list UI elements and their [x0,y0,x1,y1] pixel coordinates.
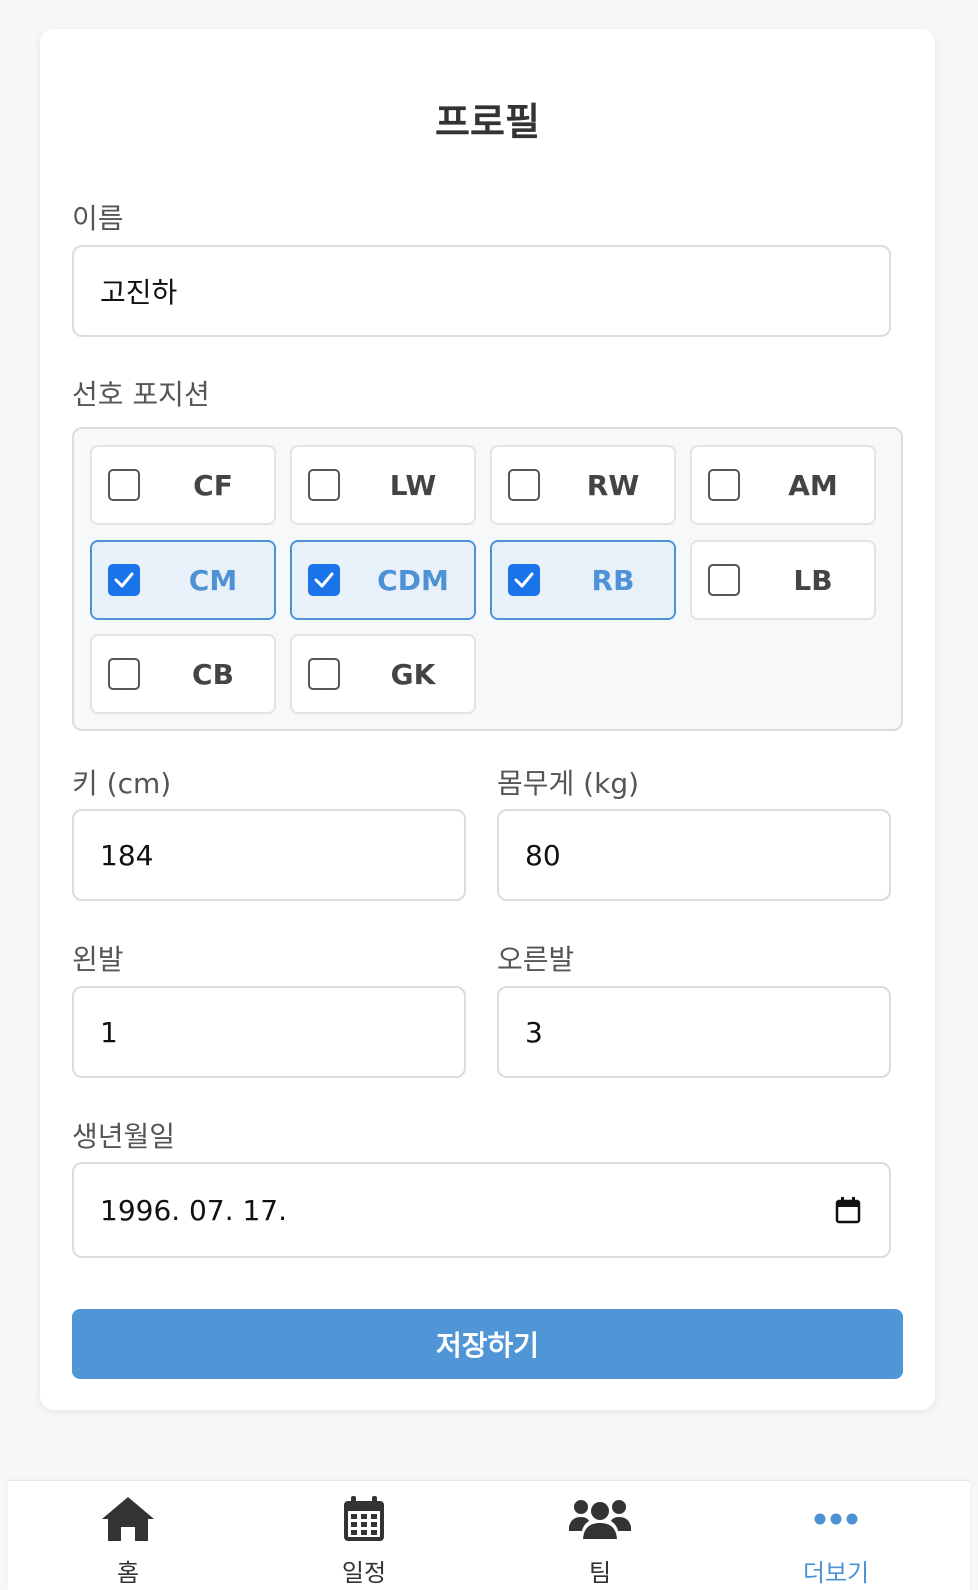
position-label: CB [192,657,234,691]
check-icon [114,572,134,588]
calendar-picker-icon[interactable] [835,1196,861,1224]
birthdate-input[interactable]: 1996. 07. 17. [72,1162,891,1258]
nav-item-schedule[interactable]: 일정 [244,1481,484,1590]
nav-item-team[interactable]: 팀 [480,1481,720,1590]
left-foot-value: 1 [100,1015,118,1049]
profile-card: 프로필 이름 고진하 선호 포지션 CF LW RW AM CM CDM RB … [40,29,935,1410]
position-label: GK [390,657,436,691]
checkbox[interactable] [108,658,140,690]
checkbox[interactable] [108,469,140,501]
position-label: CM [188,563,238,597]
checkbox[interactable] [708,564,740,596]
nav-label: 더보기 [802,1559,870,1587]
check-icon [314,572,334,588]
home-icon [102,1497,154,1541]
nav-item-more[interactable]: 더보기 [716,1481,956,1590]
checkbox[interactable] [308,658,340,690]
bottom-nav: 홈 일정 팀 더보기 [8,1480,970,1590]
position-option-lw[interactable]: LW [290,445,476,525]
weight-value: 80 [525,838,561,872]
height-value: 184 [100,838,154,872]
position-label: RB [591,563,635,597]
position-option-gk[interactable]: GK [290,634,476,714]
left-foot-input[interactable]: 1 [72,986,466,1078]
name-input[interactable]: 고진하 [72,245,891,337]
position-label: CF [193,468,233,502]
check-icon [514,572,534,588]
position-label: AM [788,468,838,502]
position-option-am[interactable]: AM [690,445,876,525]
page-title: 프로필 [435,100,540,144]
positions-group: CF LW RW AM CM CDM RB LB CB GK [72,427,903,731]
name-value: 고진하 [100,276,178,309]
save-button[interactable]: 저장하기 [72,1309,903,1379]
nav-label: 홈 [116,1559,140,1587]
height-label: 키 (cm) [72,767,172,800]
nav-item-home[interactable]: 홈 [8,1481,248,1590]
position-option-cb[interactable]: CB [90,634,276,714]
name-label: 이름 [72,202,124,235]
position-label: CDM [377,563,449,597]
checkbox-checked[interactable] [108,564,140,596]
position-option-cm[interactable]: CM [90,540,276,620]
position-option-cf[interactable]: CF [90,445,276,525]
left-foot-label: 왼발 [72,943,124,976]
checkbox[interactable] [508,469,540,501]
position-label: RW [586,468,640,502]
position-option-rb[interactable]: RB [490,540,676,620]
height-input[interactable]: 184 [72,809,466,901]
checkbox[interactable] [308,469,340,501]
birthdate-value: 1996. 07. 17. [100,1193,288,1227]
checkbox[interactable] [708,469,740,501]
nav-label: 일정 [341,1559,387,1587]
checkbox-checked[interactable] [308,564,340,596]
positions-label: 선호 포지션 [72,378,210,411]
right-foot-value: 3 [525,1015,543,1049]
nav-label: 팀 [588,1559,612,1587]
calendar-icon [344,1496,384,1541]
position-label: LW [389,468,437,502]
users-icon [569,1500,631,1539]
weight-label: 몸무게 (kg) [497,767,640,800]
position-label: LB [793,563,833,597]
position-option-lb[interactable]: LB [690,540,876,620]
more-icon [814,1513,858,1525]
birthdate-label: 생년월일 [72,1120,176,1153]
weight-input[interactable]: 80 [497,809,891,901]
checkbox-checked[interactable] [508,564,540,596]
right-foot-input[interactable]: 3 [497,986,891,1078]
position-option-rw[interactable]: RW [490,445,676,525]
position-option-cdm[interactable]: CDM [290,540,476,620]
right-foot-label: 오른발 [497,943,575,976]
